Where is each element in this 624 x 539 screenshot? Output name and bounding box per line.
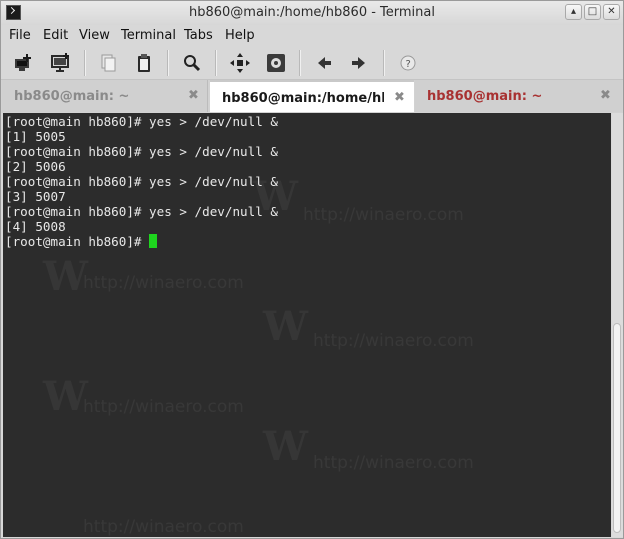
tab-home-2[interactable]: hb860@main: ~ ✖ bbox=[415, 80, 622, 112]
toolbar-separator bbox=[215, 50, 217, 76]
watermark-logo: W bbox=[43, 373, 88, 420]
tab-home-hb860-active[interactable]: hb860@main:/home/hb... ✖ bbox=[210, 80, 414, 112]
tab-label: hb860@main: ~ bbox=[14, 89, 130, 104]
toolbar-separator bbox=[299, 50, 301, 76]
toolbar-separator bbox=[383, 50, 385, 76]
watermark-logo: W bbox=[263, 303, 308, 350]
toolbar: ? bbox=[1, 47, 623, 80]
fullscreen-icon[interactable] bbox=[228, 51, 252, 75]
terminal-prompt-line: [root@main hb860]# bbox=[5, 234, 158, 249]
terminal-line: [4] 5008 bbox=[5, 219, 66, 234]
preferences-icon[interactable] bbox=[264, 51, 288, 75]
maximize-button[interactable]: □ bbox=[584, 4, 601, 20]
tab-label: hb860@main:/home/hb... bbox=[222, 91, 384, 106]
menu-file[interactable]: File bbox=[9, 28, 31, 43]
previous-tab-icon[interactable] bbox=[312, 51, 336, 75]
watermark-logo: W bbox=[43, 253, 88, 300]
tab-close-icon[interactable]: ✖ bbox=[188, 88, 199, 103]
about-icon[interactable]: ? bbox=[396, 51, 420, 75]
menu-edit[interactable]: Edit bbox=[43, 28, 68, 43]
watermark-logo: W bbox=[263, 423, 308, 470]
watermark-text: http://winaero.com bbox=[83, 397, 244, 417]
scrollbar[interactable] bbox=[612, 113, 623, 537]
minimize-button[interactable]: ▴ bbox=[565, 4, 582, 20]
watermark-text: http://winaero.com bbox=[313, 453, 474, 473]
menu-bar: File Edit View Terminal Tabs Help bbox=[1, 25, 623, 47]
tab-close-icon[interactable]: ✖ bbox=[600, 88, 611, 103]
terminal-line: [root@main hb860]# yes > /dev/null & bbox=[5, 204, 278, 219]
title-bar[interactable]: hb860@main:/home/hb860 - Terminal ▴ □ ✕ bbox=[1, 1, 623, 25]
menu-help[interactable]: Help bbox=[225, 28, 255, 43]
new-tab-icon[interactable] bbox=[12, 51, 36, 75]
watermark-text: http://winaero.com bbox=[83, 517, 244, 537]
menu-tabs[interactable]: Tabs bbox=[184, 28, 213, 43]
menu-view[interactable]: View bbox=[79, 28, 110, 43]
menu-terminal[interactable]: Terminal bbox=[121, 28, 176, 43]
close-button[interactable]: ✕ bbox=[603, 4, 620, 20]
terminal-line: [root@main hb860]# yes > /dev/null & bbox=[5, 114, 278, 129]
toolbar-separator bbox=[84, 50, 86, 76]
tab-label: hb860@main: ~ bbox=[427, 89, 543, 104]
terminal-prompt: [root@main hb860]# bbox=[5, 234, 150, 249]
copy-icon[interactable] bbox=[96, 51, 120, 75]
scrollbar-thumb[interactable] bbox=[613, 323, 621, 533]
paste-icon[interactable] bbox=[132, 51, 156, 75]
watermark-text: http://winaero.com bbox=[303, 205, 464, 225]
toolbar-separator bbox=[167, 50, 169, 76]
tab-close-icon[interactable]: ✖ bbox=[394, 90, 405, 105]
terminal-window: hb860@main:/home/hb860 - Terminal ▴ □ ✕ … bbox=[0, 0, 624, 539]
next-tab-icon[interactable] bbox=[347, 51, 371, 75]
terminal-line: [root@main hb860]# yes > /dev/null & bbox=[5, 174, 278, 189]
terminal-output[interactable]: W http://winaero.com W http://winaero.co… bbox=[3, 113, 611, 537]
new-window-icon[interactable] bbox=[48, 51, 72, 75]
terminal-line: [3] 5007 bbox=[5, 189, 66, 204]
text-cursor bbox=[149, 234, 158, 248]
window-title: hb860@main:/home/hb860 - Terminal bbox=[189, 5, 435, 20]
svg-text:?: ? bbox=[406, 59, 411, 70]
terminal-line: [2] 5006 bbox=[5, 159, 66, 174]
tab-bar: hb860@main: ~ ✖ hb860@main:/home/hb... ✖… bbox=[1, 80, 623, 113]
terminal-line: [1] 5005 bbox=[5, 129, 66, 144]
tab-home[interactable]: hb860@main: ~ ✖ bbox=[2, 80, 208, 112]
search-icon[interactable] bbox=[180, 51, 204, 75]
terminal-line: [root@main hb860]# yes > /dev/null & bbox=[5, 144, 278, 159]
watermark-text: http://winaero.com bbox=[83, 273, 244, 293]
watermark-text: http://winaero.com bbox=[313, 331, 474, 351]
